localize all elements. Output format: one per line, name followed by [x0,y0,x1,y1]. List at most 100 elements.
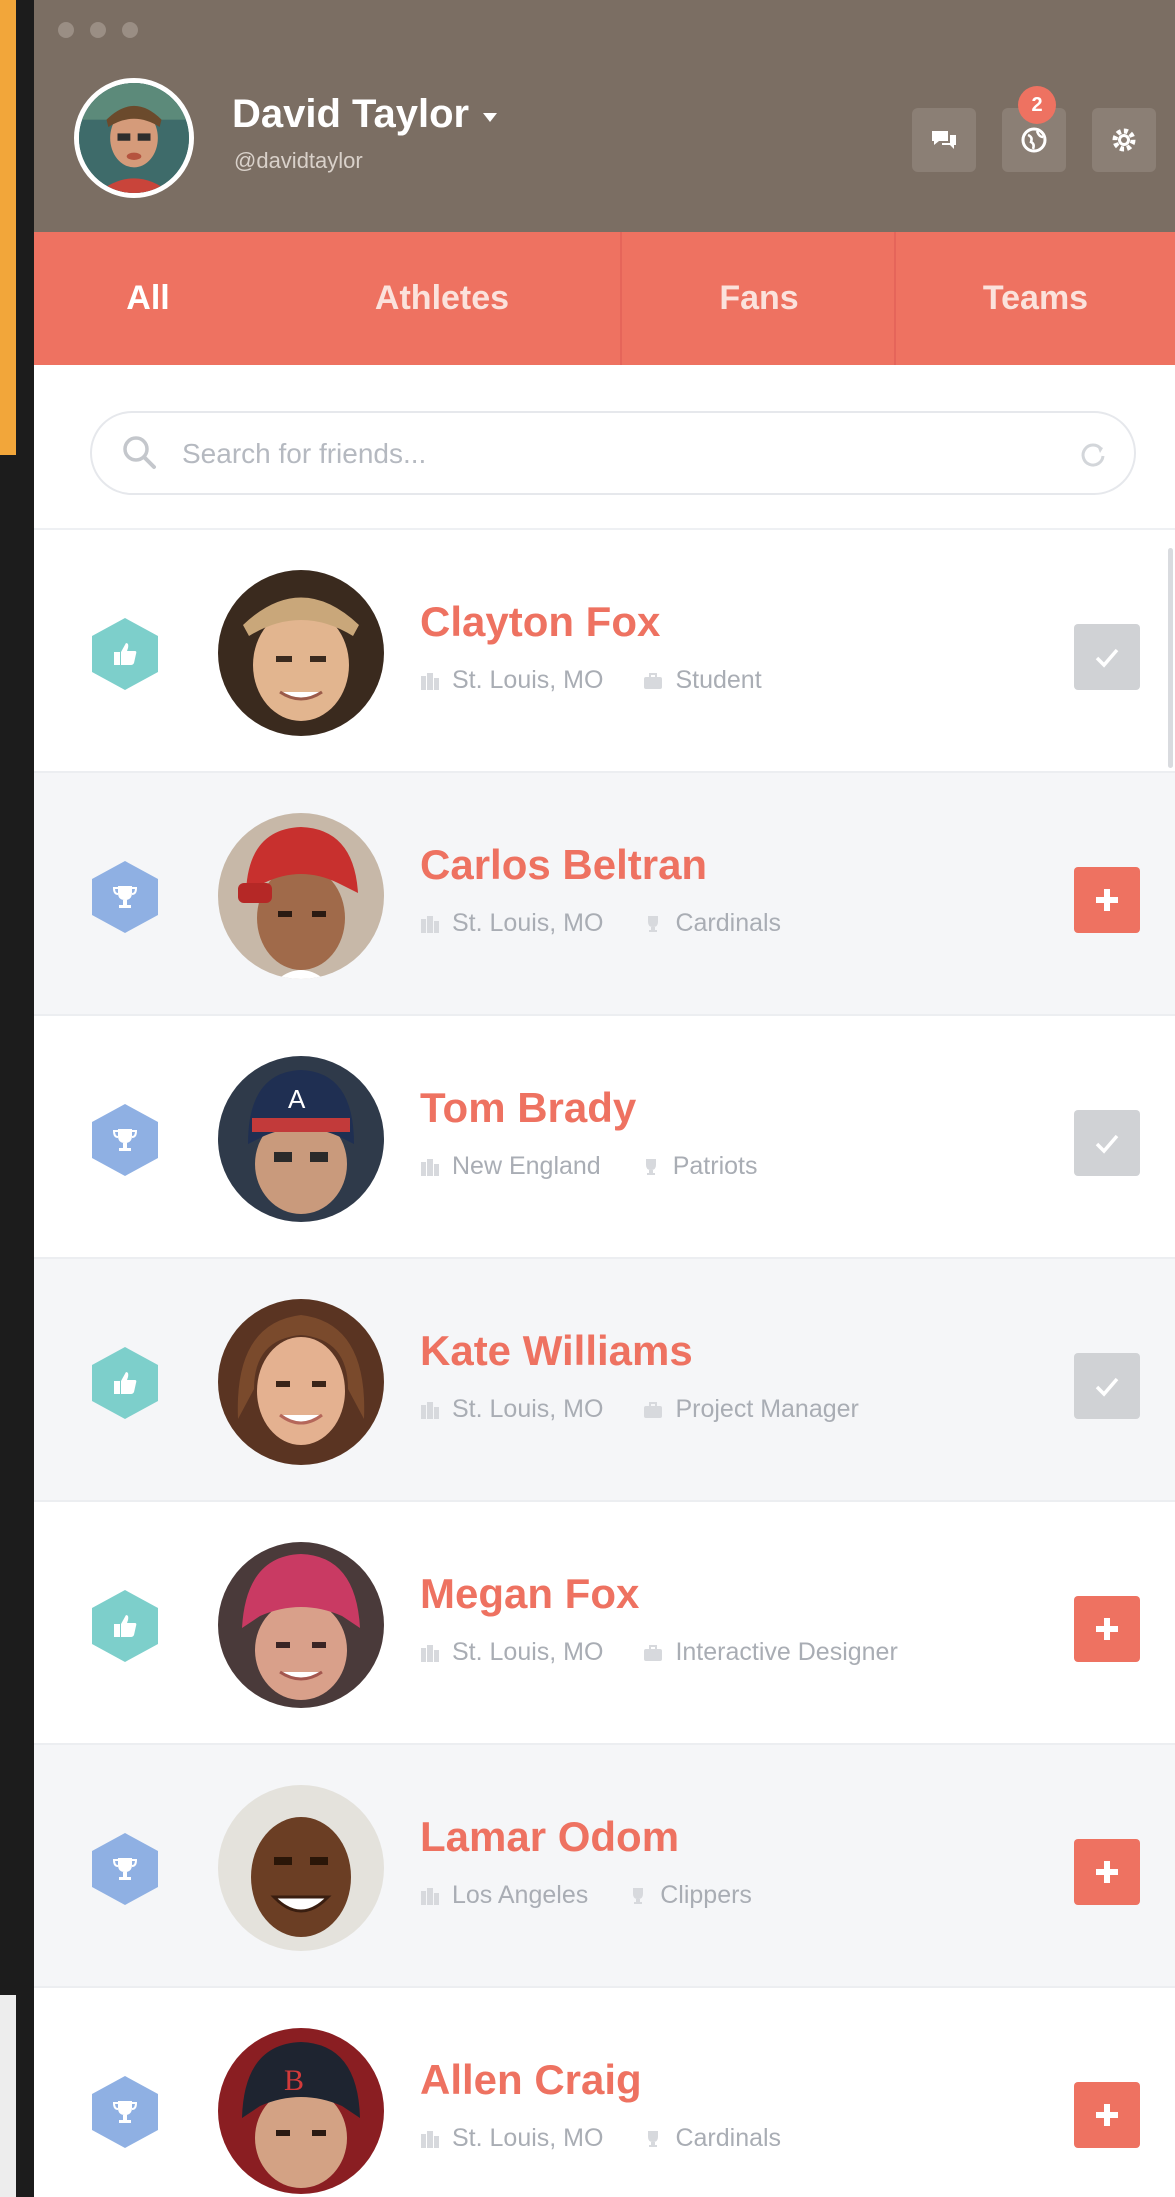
check-icon [1095,1134,1119,1154]
fan-badge [92,1590,158,1662]
chevron-down-icon [483,113,498,122]
list-scrollbar[interactable] [1168,548,1173,768]
added-checkmark-button[interactable] [1074,1110,1140,1176]
person-detail: Interactive Designer [675,1638,898,1666]
briefcase-icon [644,1644,663,1661]
added-checkmark-button[interactable] [1074,1353,1140,1419]
avatar[interactable] [218,570,384,736]
trophy-small-icon [648,2130,659,2147]
location-icon [421,1158,439,1176]
current-user-avatar[interactable] [74,78,194,198]
thumbs-up-icon [114,1372,137,1394]
add-friend-button[interactable] [1074,867,1140,933]
list-item[interactable]: Carlos Beltran St. Louis, MO Cardinals [34,773,1175,1016]
person-name[interactable]: Kate Williams [420,1327,693,1375]
avatar[interactable] [218,1785,384,1951]
tab-teams-label: Teams [982,279,1089,317]
person-location: St. Louis, MO [452,2124,604,2152]
person-detail: Student [675,666,762,694]
trophy-icon [112,2101,138,2123]
globe-icon [1021,127,1047,153]
window-zoom-dot[interactable] [122,22,138,38]
person-name[interactable]: Lamar Odom [420,1813,679,1861]
avatar[interactable]: A [218,1056,384,1222]
window-close-dot[interactable] [58,22,74,38]
check-icon [1095,648,1119,668]
person-detail: Clippers [660,1881,752,1909]
chat-bubbles-icon [932,131,956,149]
added-checkmark-button[interactable] [1074,624,1140,690]
person-name[interactable]: Allen Craig [420,2056,642,2104]
notification-count-badge: 2 [1018,86,1056,124]
person-detail: Project Manager [675,1395,859,1423]
notifications-button[interactable]: 2 [1002,86,1066,172]
fan-badge [92,618,158,690]
tab-athletes-label: Athletes [374,279,510,317]
search-area [34,365,1175,530]
trophy-small-icon [645,1158,656,1175]
athlete-badge [92,861,158,933]
location-icon [421,1644,439,1662]
briefcase-icon [644,672,663,689]
user-menu-toggle[interactable]: David Taylor [232,92,498,137]
app-header: David Taylor @davidtaylor 2 [34,0,1175,232]
trophy-icon [112,886,138,908]
background-window-accent [0,0,16,455]
person-location: St. Louis, MO [452,1395,604,1423]
search-input[interactable] [182,427,1042,481]
svg-text:A: A [288,1084,306,1114]
person-name[interactable]: Carlos Beltran [420,841,707,889]
tab-athletes[interactable]: Athletes [262,232,622,365]
fan-badge [92,1347,158,1419]
location-icon [421,1401,439,1419]
person-location: St. Louis, MO [452,909,604,937]
list-item[interactable]: Megan Fox St. Louis, MO Interactive Desi… [34,1502,1175,1745]
avatar[interactable]: B [218,2028,384,2194]
avatar[interactable] [218,813,384,979]
list-item[interactable]: Lamar Odom Los Angeles Clippers [34,1745,1175,1988]
briefcase-icon [644,1401,663,1418]
tab-all-label: All [126,279,170,317]
person-name[interactable]: Tom Brady [420,1084,636,1132]
trophy-small-icon [633,1887,644,1904]
person-name[interactable]: Clayton Fox [420,598,660,646]
tab-all[interactable]: All [34,232,262,379]
tab-fans[interactable]: Fans [622,232,896,365]
add-friend-button[interactable] [1074,1596,1140,1662]
thumbs-up-icon [114,643,137,665]
athlete-badge [92,1833,158,1905]
user-handle: @davidtaylor [234,148,363,173]
location-icon [421,915,439,933]
person-meta: New England Patriots [420,1152,757,1181]
list-item[interactable]: B Allen Craig St. Louis, MO Cardinals [34,1988,1175,2197]
plus-icon [1096,889,1118,911]
window-controls [58,22,138,38]
plus-icon [1096,1861,1118,1883]
add-friend-button[interactable] [1074,1839,1140,1905]
tab-fans-label: Fans [719,279,799,317]
user-name: David Taylor [232,92,470,136]
person-meta: St. Louis, MO Student [420,666,762,695]
list-item[interactable]: Kate Williams St. Louis, MO Project Mana… [34,1259,1175,1502]
people-list: Clayton Fox St. Louis, MO Student Carlos… [34,530,1175,2197]
person-location: St. Louis, MO [452,666,604,694]
refresh-icon[interactable] [1078,439,1108,469]
svg-text:B: B [284,2064,304,2097]
friends-app-window: David Taylor @davidtaylor 2 All Athletes… [34,0,1175,2197]
add-friend-button[interactable] [1074,2082,1140,2148]
tab-teams[interactable]: Teams [896,232,1175,365]
trophy-icon [112,1858,138,1880]
search-box[interactable] [90,411,1136,495]
settings-button[interactable] [1092,108,1156,172]
list-item[interactable]: A Tom Brady New England Patriots [34,1016,1175,1259]
avatar[interactable] [218,1299,384,1465]
person-detail: Cardinals [675,2124,782,2152]
avatar[interactable] [218,1542,384,1708]
person-detail: Patriots [672,1152,758,1180]
person-name[interactable]: Megan Fox [420,1570,639,1618]
window-minimize-dot[interactable] [90,22,106,38]
messages-button[interactable] [912,108,976,172]
location-icon [421,2130,439,2148]
list-item[interactable]: Clayton Fox St. Louis, MO Student [34,530,1175,773]
person-location: St. Louis, MO [452,1638,604,1666]
